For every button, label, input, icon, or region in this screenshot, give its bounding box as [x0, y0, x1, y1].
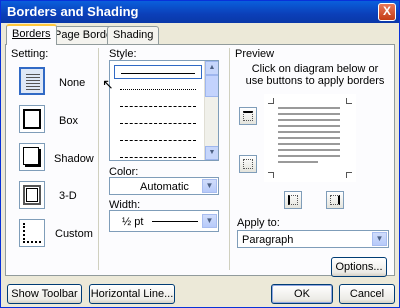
scroll-thumb[interactable]: [205, 75, 218, 97]
close-button[interactable]: X: [378, 3, 396, 21]
setting-shadow-icon[interactable]: [19, 143, 45, 171]
style-item-dash-dot-dot[interactable]: [114, 150, 202, 160]
window-title: Borders and Shading: [7, 4, 139, 19]
setting-box-label[interactable]: Box: [59, 115, 78, 127]
top-border-icon[interactable]: [239, 107, 257, 125]
horizontal-line-button[interactable]: Horizontal Line...: [89, 284, 175, 304]
chevron-down-icon[interactable]: ▼: [202, 214, 217, 228]
style-label: Style:: [109, 48, 137, 60]
preview-label: Preview: [235, 48, 275, 60]
setting-3d-icon[interactable]: [19, 181, 45, 209]
setting-box-icon[interactable]: [19, 105, 45, 133]
style-item-dotted[interactable]: [114, 82, 202, 96]
style-item-dashed-small[interactable]: [114, 99, 202, 113]
preview-diagram[interactable]: [264, 94, 356, 182]
color-select[interactable]: Automatic ▼: [109, 177, 219, 195]
style-item-dash-dot[interactable]: [114, 133, 202, 147]
setting-custom-icon[interactable]: [19, 219, 45, 247]
width-line-sample: [152, 221, 198, 222]
mouse-cursor-icon: ↖: [102, 76, 114, 92]
inside-horizontal-border-icon[interactable]: [239, 155, 257, 173]
width-select[interactable]: ½ pt ▼: [109, 210, 219, 232]
style-list[interactable]: ▲ ▼: [109, 60, 219, 161]
scroll-up-icon[interactable]: ▲: [205, 61, 218, 75]
setting-shadow-label[interactable]: Shadow: [54, 153, 94, 165]
right-border-icon[interactable]: [326, 191, 344, 209]
chevron-down-icon[interactable]: ▼: [202, 179, 217, 193]
apply-to-value: Paragraph: [242, 234, 294, 246]
setting-none-icon[interactable]: [19, 67, 45, 95]
column-divider-left: [98, 48, 99, 270]
setting-3d-label[interactable]: 3-D: [59, 190, 77, 202]
borders-and-shading-dialog: Borders and Shading X Borders Page Borde…: [0, 0, 400, 308]
apply-to-select[interactable]: Paragraph ▼: [237, 230, 389, 248]
setting-label: Setting:: [11, 48, 49, 60]
ok-button[interactable]: OK: [271, 284, 333, 304]
cancel-button[interactable]: Cancel: [339, 284, 395, 304]
width-value: ½ pt: [122, 216, 144, 228]
preview-hint: Click on diagram below or use buttons to…: [245, 63, 385, 87]
left-border-icon[interactable]: [284, 191, 302, 209]
scroll-down-icon[interactable]: ▼: [205, 146, 218, 160]
tab-borders[interactable]: Borders: [6, 24, 57, 45]
show-toolbar-button[interactable]: Show Toolbar: [7, 284, 82, 304]
style-item-dashed[interactable]: [114, 116, 202, 130]
apply-to-label: Apply to:: [237, 217, 280, 229]
setting-none-label[interactable]: None: [59, 77, 85, 89]
style-item-solid[interactable]: [114, 65, 202, 79]
column-divider-right: [229, 48, 230, 270]
style-scrollbar[interactable]: ▲ ▼: [204, 61, 218, 160]
color-value: Automatic: [140, 181, 189, 193]
chevron-down-icon[interactable]: ▼: [372, 232, 387, 246]
tab-shading[interactable]: Shading: [107, 26, 160, 44]
setting-custom-label[interactable]: Custom: [55, 228, 93, 240]
options-button[interactable]: Options...: [331, 257, 387, 277]
title-bar[interactable]: Borders and Shading X: [1, 1, 399, 23]
